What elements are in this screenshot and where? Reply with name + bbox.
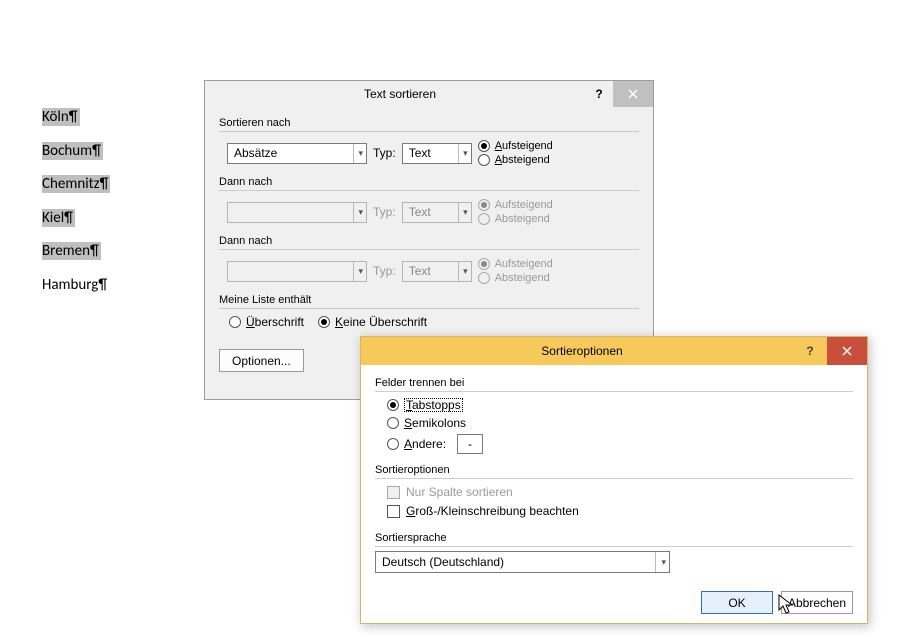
- radio-icon: [387, 438, 399, 450]
- options-button[interactable]: Optionen...: [219, 349, 304, 372]
- type-select[interactable]: Text ▾: [402, 143, 472, 164]
- dialog-titlebar[interactable]: Text sortieren ?: [205, 81, 653, 107]
- has-header-radio[interactable]: Überschrift: [229, 315, 304, 329]
- order-descending-radio[interactable]: Absteigend: [478, 154, 553, 166]
- then-by-1-asc-radio: Aufsteigend: [478, 199, 553, 211]
- then-by-1-desc-radio: Absteigend: [478, 213, 553, 225]
- chevron-down-icon: ▾: [458, 144, 468, 163]
- checkbox-icon: [387, 505, 400, 518]
- radio-icon: [478, 140, 490, 152]
- text-line: Hamburg¶: [42, 276, 109, 294]
- radio-icon: [318, 316, 330, 328]
- no-header-radio[interactable]: Keine Überschrift: [318, 315, 427, 329]
- dialog-title-text: Sortieroptionen: [371, 344, 793, 358]
- chevron-down-icon: ▾: [458, 262, 468, 281]
- text-line: Bremen¶: [42, 242, 101, 260]
- then-by-1-select[interactable]: ▾: [227, 202, 367, 223]
- text-line: Bochum¶: [42, 142, 103, 160]
- close-icon: [842, 346, 852, 356]
- text-line: Kiel¶: [42, 209, 75, 227]
- mouse-cursor-icon: [778, 594, 796, 616]
- close-icon: [628, 89, 638, 99]
- checkbox-icon: [387, 486, 400, 499]
- dialog-title-text: Text sortieren: [215, 87, 585, 101]
- group-label-sort-by: Sortieren nach: [219, 117, 639, 129]
- then-by-2-asc-radio: Aufsteigend: [478, 258, 553, 270]
- chevron-down-icon: ▾: [353, 262, 363, 281]
- radio-icon: [478, 258, 490, 270]
- language-value: Deutsch (Deutschland): [382, 555, 504, 569]
- radio-icon: [387, 399, 399, 411]
- separator-semicolons-radio[interactable]: Semikolons: [387, 416, 853, 430]
- radio-icon: [387, 417, 399, 429]
- help-button[interactable]: ?: [585, 81, 613, 107]
- text-line: Chemnitz¶: [42, 175, 110, 193]
- group-label-language: Sortiersprache: [375, 532, 853, 544]
- radio-icon: [478, 272, 490, 284]
- chevron-down-icon: ▾: [353, 144, 363, 163]
- dialog-titlebar[interactable]: Sortieroptionen ?: [361, 337, 867, 365]
- order-ascending-radio[interactable]: Aufsteigend: [478, 140, 553, 152]
- type-label: Typ:: [373, 205, 396, 219]
- sort-options-dialog: Sortieroptionen ? Felder trennen bei Tab…: [360, 336, 868, 624]
- then-by-2-select: ▾: [227, 261, 367, 282]
- then-by-1-type-select: Text ▾: [402, 202, 472, 223]
- type-value: Text: [409, 146, 431, 160]
- radio-icon: [229, 316, 241, 328]
- separator-tabs-radio[interactable]: Tabstopps: [387, 398, 853, 412]
- then-by-2-desc-radio: Absteigend: [478, 272, 553, 284]
- type-label: Typ:: [373, 146, 396, 160]
- group-label-separator: Felder trennen bei: [375, 377, 853, 389]
- help-button[interactable]: ?: [793, 337, 827, 365]
- only-column-checkbox: Nur Spalte sortieren: [387, 485, 853, 499]
- group-label-then-by-2: Dann nach: [219, 235, 639, 247]
- document-selected-text: Köln¶ Bochum¶ Chemnitz¶ Kiel¶ Bremen¶ Ha…: [42, 108, 110, 309]
- radio-icon: [478, 213, 490, 225]
- close-button[interactable]: [827, 337, 867, 365]
- chevron-down-icon: ▾: [458, 203, 468, 222]
- radio-icon: [478, 154, 490, 166]
- chevron-down-icon: ▾: [655, 552, 666, 572]
- sort-by-value: Absätze: [234, 146, 277, 160]
- separator-other-radio[interactable]: Andere:: [387, 434, 853, 454]
- group-label-list-has: Meine Liste enthält: [219, 294, 639, 306]
- radio-icon: [478, 199, 490, 211]
- type-label: Typ:: [373, 264, 396, 278]
- group-label-then-by-1: Dann nach: [219, 176, 639, 188]
- chevron-down-icon: ▾: [353, 203, 363, 222]
- text-line: Köln¶: [42, 108, 80, 126]
- close-button[interactable]: [613, 81, 653, 107]
- group-label-options: Sortieroptionen: [375, 464, 853, 476]
- language-select[interactable]: Deutsch (Deutschland) ▾: [375, 551, 670, 573]
- case-sensitive-checkbox[interactable]: Groß-/Kleinschreibung beachten: [387, 504, 853, 518]
- sort-by-select[interactable]: Absätze ▾: [227, 143, 367, 164]
- separator-other-input[interactable]: [457, 434, 483, 454]
- ok-button[interactable]: OK: [701, 591, 773, 614]
- then-by-2-type-select: Text ▾: [402, 261, 472, 282]
